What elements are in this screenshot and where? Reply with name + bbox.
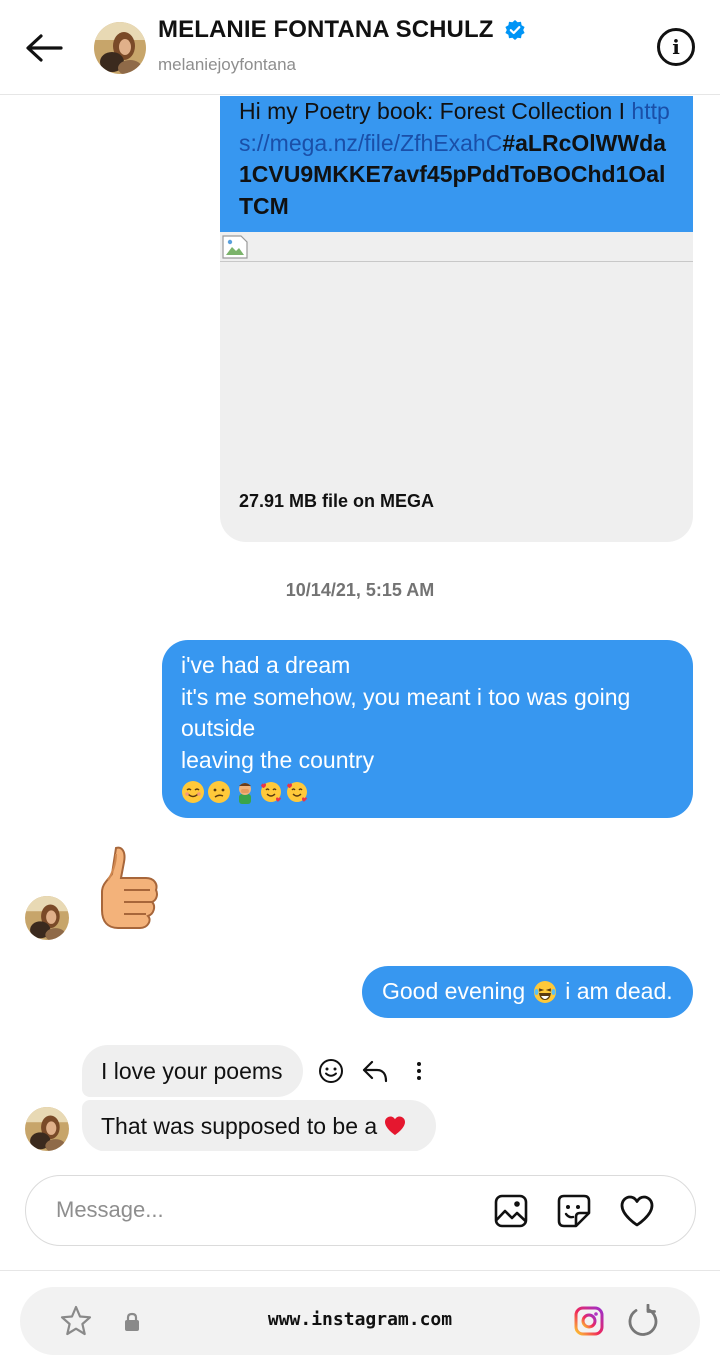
link-preview-image[interactable]	[220, 232, 693, 262]
shared-link-message[interactable]: Hi my Poetry book: Forest Collection I h…	[220, 96, 693, 542]
contact-avatar[interactable]	[94, 22, 146, 74]
outgoing-message-dream[interactable]: i've had a dream it's me somehow, you me…	[162, 640, 693, 818]
send-sticker-button[interactable]	[555, 1192, 593, 1230]
more-button[interactable]	[404, 1056, 434, 1086]
smiling-face-emoji	[182, 781, 204, 803]
emoji-row	[181, 780, 674, 804]
broken-image-icon	[222, 235, 248, 259]
contact-username[interactable]: melaniejoyfontana	[158, 55, 296, 75]
divider	[0, 1270, 720, 1271]
emoji-react-icon	[319, 1059, 343, 1083]
contact-name[interactable]: MELANIE FONTANA SCHULZ	[158, 16, 526, 44]
link-message-text: Hi my Poetry book: Forest Collection I h…	[220, 96, 693, 232]
outgoing-message-evening[interactable]: Good evening i am dead.	[362, 966, 693, 1018]
browser-address-bar[interactable]: www.instagram.com	[20, 1287, 700, 1355]
back-button[interactable]	[24, 28, 64, 68]
chat-header: MELANIE FONTANA SCHULZ melaniejoyfontana…	[0, 0, 720, 95]
man-facepalming-emoji	[239, 783, 251, 804]
contact-avatar-small[interactable]	[25, 896, 69, 940]
image-icon	[494, 1194, 528, 1228]
smiling-face-hearts-emoji	[287, 782, 307, 802]
info-button[interactable]: i	[657, 28, 695, 66]
message-text: That was supposed to be a	[101, 1112, 378, 1139]
message-text: i am dead.	[565, 978, 673, 1005]
contact-name-text: MELANIE FONTANA SCHULZ	[158, 16, 494, 43]
message-input[interactable]: Message...	[56, 1197, 164, 1223]
incoming-message-supposed[interactable]: That was supposed to be a	[82, 1100, 436, 1151]
link-intro-text: Hi my Poetry book: Forest Collection I	[239, 98, 632, 124]
react-button[interactable]	[316, 1056, 346, 1086]
incoming-message-love[interactable]: I love your poems	[82, 1045, 303, 1097]
instagram-icon	[574, 1306, 604, 1336]
message-thread[interactable]: Hi my Poetry book: Forest Collection I h…	[0, 96, 720, 1151]
message-actions	[316, 1056, 434, 1086]
message-composer[interactable]: Message...	[25, 1175, 696, 1246]
instagram-app-button[interactable]	[572, 1304, 606, 1338]
more-icon	[417, 1062, 421, 1080]
send-image-button[interactable]	[492, 1192, 530, 1230]
thumbs-up-emoji[interactable]	[94, 844, 162, 940]
message-text: I love your poems	[101, 1057, 283, 1084]
message-line: it's me somehow, you meant i too was goi…	[181, 683, 631, 742]
message-text: Good evening	[382, 978, 526, 1005]
confused-face-emoji	[208, 781, 230, 803]
message-timestamp: 10/14/21, 5:15 AM	[285, 580, 435, 600]
message-line: leaving the country	[181, 746, 375, 773]
link-file-caption: 27.91 MB file on MEGA	[239, 491, 435, 511]
reload-button[interactable]	[626, 1303, 662, 1339]
info-icon: i	[672, 35, 680, 59]
message-line: i've had a dream	[181, 652, 351, 678]
contact-avatar-small[interactable]	[25, 1107, 69, 1151]
like-button[interactable]	[618, 1192, 656, 1230]
arrow-left-icon	[26, 34, 63, 62]
sticker-icon	[557, 1194, 591, 1228]
heart-icon	[620, 1195, 654, 1227]
reply-icon	[362, 1060, 388, 1083]
reply-button[interactable]	[360, 1056, 390, 1086]
verified-badge-icon	[504, 19, 526, 41]
red-heart-emoji	[385, 1116, 406, 1135]
laughing-tears-emoji	[534, 981, 557, 1003]
smiling-face-hearts-emoji	[261, 782, 281, 802]
reload-icon	[628, 1304, 658, 1336]
